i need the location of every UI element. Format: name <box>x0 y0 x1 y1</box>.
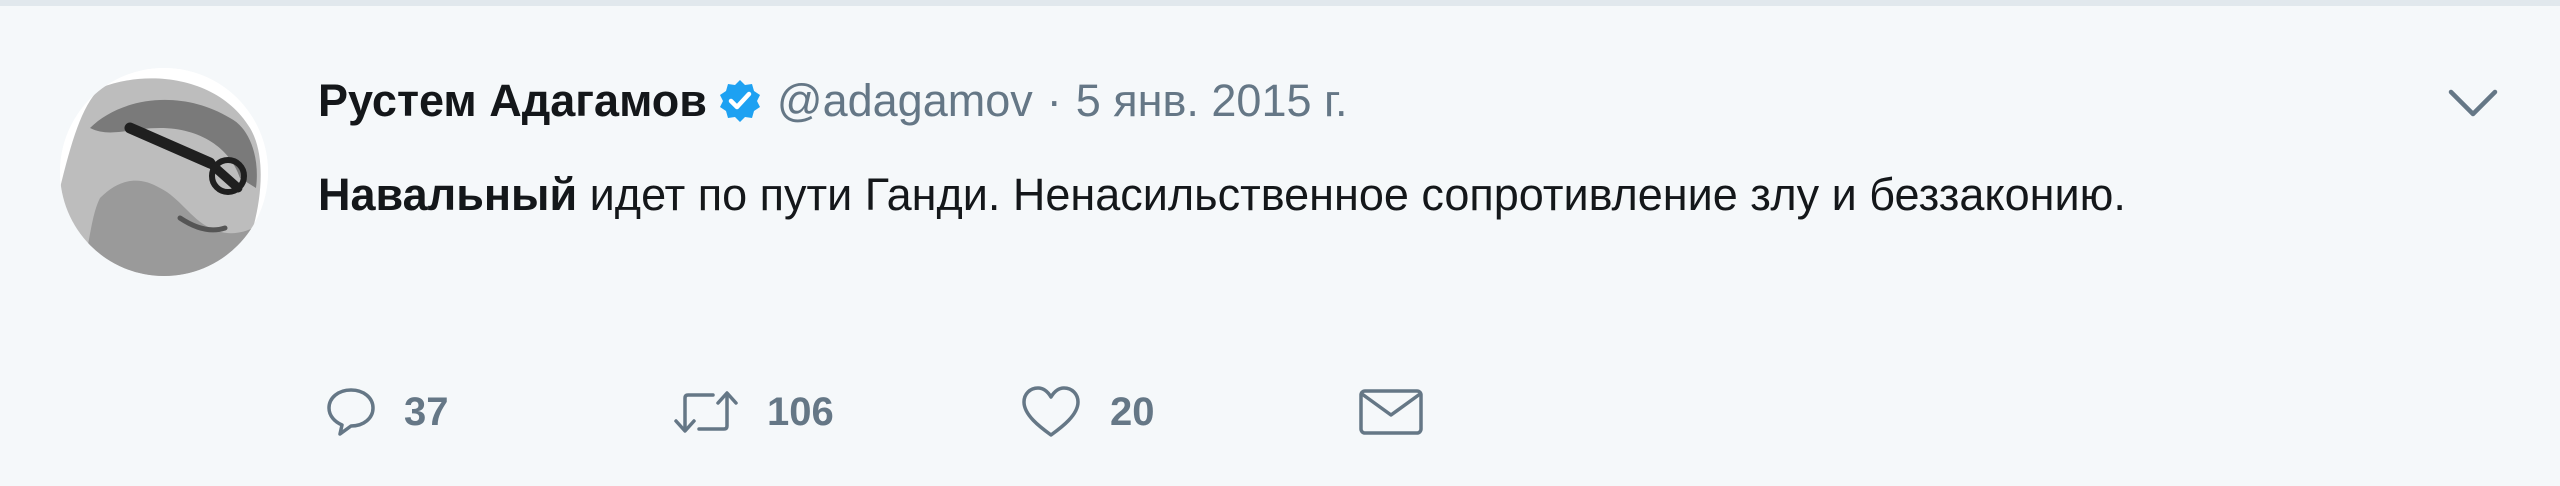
author-screen-name[interactable]: @adagamov <box>777 75 1033 127</box>
envelope-icon <box>1359 389 1423 435</box>
tweet-text: Навальный идет по пути Ганди. Ненасильст… <box>318 156 2498 234</box>
direct-message-button[interactable] <box>1358 372 1424 452</box>
header-separator: · <box>1046 75 1062 126</box>
tweet-text-body: идет по пути Ганди. Ненасильственное соп… <box>589 169 2126 220</box>
retweet-button[interactable]: 106 <box>673 372 834 452</box>
avatar-portrait-icon <box>60 68 268 276</box>
reply-button[interactable]: 37 <box>326 372 449 452</box>
retweet-arrows-icon <box>674 391 738 433</box>
tweet-header: Рустем Адагамов @adagamov · 5 янв. 2015 … <box>318 66 1347 136</box>
reply-count: 37 <box>404 389 449 434</box>
heart-icon <box>1022 386 1080 437</box>
verified-badge-icon <box>717 78 763 124</box>
tweet-card[interactable]: Рустем Адагамов @adagamov · 5 янв. 2015 … <box>0 6 2560 486</box>
tweet-text-bold[interactable]: Навальный <box>318 169 577 220</box>
tweet-timestamp[interactable]: 5 янв. 2015 г. <box>1076 75 1348 127</box>
like-count: 20 <box>1110 389 1155 434</box>
chevron-down-icon[interactable] <box>2446 86 2500 120</box>
retweet-count: 106 <box>767 389 834 434</box>
avatar[interactable] <box>60 68 268 276</box>
reply-bubble-icon <box>327 388 375 436</box>
author-display-name[interactable]: Рустем Адагамов <box>318 75 707 127</box>
like-button[interactable]: 20 <box>1020 372 1155 452</box>
